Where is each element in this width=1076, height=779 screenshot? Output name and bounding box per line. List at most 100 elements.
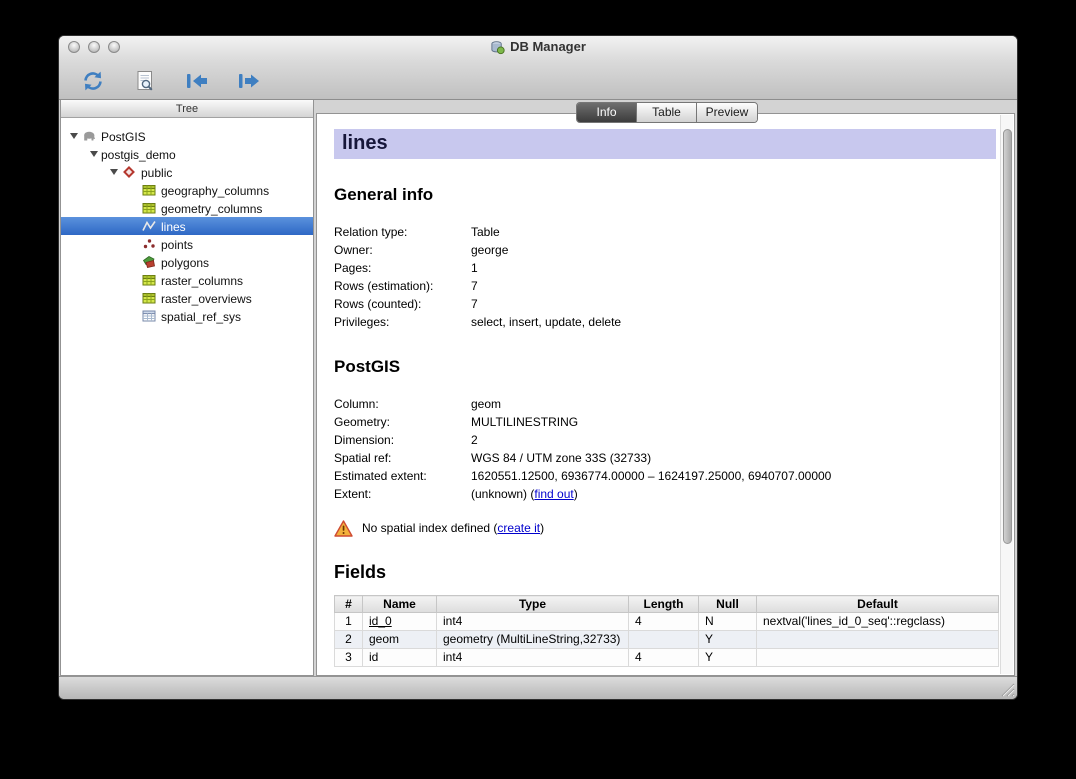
resize-grip[interactable] <box>999 681 1015 697</box>
tree-item-label: polygons <box>161 255 209 270</box>
disclosure-spacer <box>127 255 141 269</box>
minimize-button[interactable] <box>88 41 100 53</box>
import-layer-button[interactable] <box>181 66 213 96</box>
disclosure-spacer <box>127 309 141 323</box>
col-header-num: # <box>335 596 363 613</box>
info-row: Rows (counted):7 <box>334 295 996 313</box>
tree-item-polygons[interactable]: polygons <box>61 253 313 271</box>
table-icon <box>141 182 157 198</box>
tree-item-label: lines <box>161 219 186 234</box>
ref-table-icon <box>141 308 157 324</box>
col-header-default: Default <box>757 596 999 613</box>
disclosure-spacer <box>127 291 141 305</box>
tree-item-label: points <box>161 237 193 252</box>
tab-info[interactable]: Info <box>577 103 637 122</box>
main-area: Tree PostGIS postgis_demo <box>59 100 1017 676</box>
tree-item-points[interactable]: points <box>61 235 313 253</box>
tree-item-public[interactable]: public <box>61 163 313 181</box>
table-icon <box>141 290 157 306</box>
tree-item-label: raster_columns <box>161 273 243 288</box>
disclosure-spacer <box>127 237 141 251</box>
tree-item-label: spatial_ref_sys <box>161 309 241 324</box>
db-manager-app-icon <box>490 40 505 55</box>
tree-item-lines[interactable]: lines <box>61 217 313 235</box>
tree-item-spatial-ref-sys[interactable]: spatial_ref_sys <box>61 307 313 325</box>
info-panel: lines General info Relation type:Table O… <box>316 113 1015 676</box>
window-title: DB Manager <box>490 36 586 58</box>
info-row: Privileges:select, insert, update, delet… <box>334 313 996 331</box>
sql-window-icon <box>135 69 155 93</box>
point-layer-icon <box>141 236 157 252</box>
export-layer-icon <box>236 70 262 92</box>
tree-item-label: geometry_columns <box>161 201 262 216</box>
field-row: 3 id int4 4 Y <box>335 649 999 667</box>
info-content: lines General info Relation type:Table O… <box>318 115 1000 674</box>
disclosure-triangle[interactable] <box>67 129 81 143</box>
tab-preview[interactable]: Preview <box>697 103 757 122</box>
export-layer-button[interactable] <box>233 66 265 96</box>
postgis-icon <box>81 128 97 144</box>
tree-item-postgis-demo[interactable]: postgis_demo <box>61 145 313 163</box>
traffic-lights <box>68 41 120 53</box>
fields-heading: Fields <box>334 562 996 583</box>
page-title: lines <box>334 129 996 159</box>
info-row: Geometry:MULTILINESTRING <box>334 413 996 431</box>
titlebar[interactable]: DB Manager <box>59 36 1017 58</box>
tree-item-label: postgis_demo <box>101 147 176 162</box>
tree-item-raster-overviews[interactable]: raster_overviews <box>61 289 313 307</box>
refresh-button[interactable] <box>77 66 109 96</box>
zoom-button[interactable] <box>108 41 120 53</box>
db-manager-window: DB Manager <box>58 35 1018 700</box>
info-row: Estimated extent:1620551.12500, 6936774.… <box>334 467 996 485</box>
disclosure-triangle[interactable] <box>107 165 121 179</box>
field-name-pk: id_0 <box>363 613 437 631</box>
tree-item-label: public <box>141 165 172 180</box>
create-index-link[interactable]: create it <box>497 521 540 535</box>
info-row: Owner:george <box>334 241 996 259</box>
col-header-length: Length <box>629 596 699 613</box>
field-row: 1 id_0 int4 4 N nextval('lines_id_0_seq'… <box>335 613 999 631</box>
fields-header-row: # Name Type Length Null Default <box>335 596 999 613</box>
refresh-icon <box>81 69 105 93</box>
postgis-heading: PostGIS <box>334 357 996 377</box>
field-name: id <box>363 649 437 667</box>
col-header-name: Name <box>363 596 437 613</box>
col-header-type: Type <box>437 596 629 613</box>
line-layer-icon <box>141 218 157 234</box>
tree-item-geography-columns[interactable]: geography_columns <box>61 181 313 199</box>
tree-item-postgis[interactable]: PostGIS <box>61 127 313 145</box>
fields-table: # Name Type Length Null Default 1 id_0 i <box>334 595 999 667</box>
table-icon <box>141 272 157 288</box>
field-name: geom <box>363 631 437 649</box>
table-icon <box>141 200 157 216</box>
statusbar <box>59 676 1017 699</box>
spatial-index-warning: No spatial index defined (create it) <box>334 518 996 538</box>
scrollbar-thumb[interactable] <box>1003 129 1012 544</box>
tree-item-geometry-columns[interactable]: geometry_columns <box>61 199 313 217</box>
tab-table[interactable]: Table <box>637 103 697 122</box>
polygon-layer-icon <box>141 254 157 270</box>
tree-item-raster-columns[interactable]: raster_columns <box>61 271 313 289</box>
window-chrome: DB Manager <box>59 36 1017 100</box>
tree-panel: Tree PostGIS postgis_demo <box>60 100 314 676</box>
general-info-rows: Relation type:Table Owner:george Pages:1… <box>334 223 996 331</box>
close-button[interactable] <box>68 41 80 53</box>
general-info-heading: General info <box>334 185 996 205</box>
info-row: Pages:1 <box>334 259 996 277</box>
disclosure-spacer <box>127 273 141 287</box>
info-row: Column:geom <box>334 395 996 413</box>
info-row: Relation type:Table <box>334 223 996 241</box>
tree-item-label: raster_overviews <box>161 291 252 306</box>
vertical-scrollbar[interactable] <box>1000 115 1013 674</box>
sql-window-button[interactable] <box>129 66 161 96</box>
info-row-extent: Extent: (unknown) (find out) <box>334 485 996 503</box>
find-out-link[interactable]: find out <box>534 487 573 501</box>
postgis-rows: Column:geom Geometry:MULTILINESTRING Dim… <box>334 395 996 503</box>
db-tree: PostGIS postgis_demo public <box>61 118 313 325</box>
import-layer-icon <box>184 70 210 92</box>
disclosure-triangle[interactable] <box>87 147 101 161</box>
disclosure-spacer <box>127 201 141 215</box>
tree-item-label: geography_columns <box>161 183 269 198</box>
tab-bar: Info Table Preview <box>576 102 758 123</box>
tree-panel-header: Tree <box>61 100 313 118</box>
